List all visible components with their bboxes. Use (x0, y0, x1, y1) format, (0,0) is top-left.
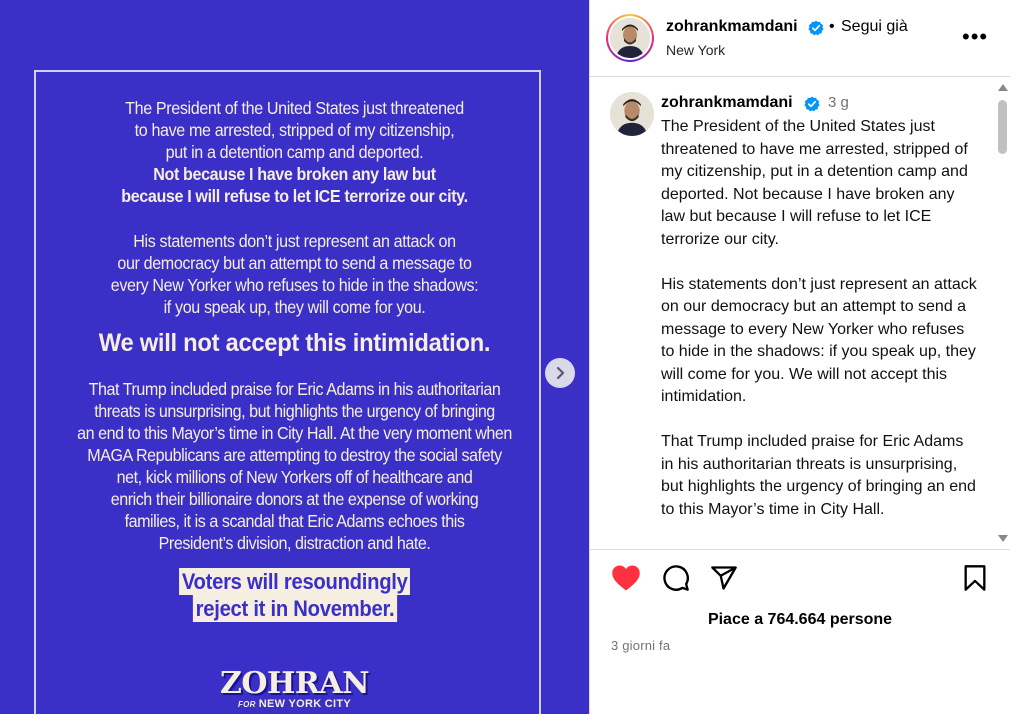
poster-paragraph-1-normal: The President of the United States just … (125, 98, 464, 162)
caption-scrollbar[interactable] (993, 78, 1011, 550)
poster-callout-line-1: Voters will resoundingly (178, 568, 411, 595)
likes-count[interactable]: Piace a 764.664 persone (590, 611, 1010, 629)
save-button[interactable] (959, 562, 991, 594)
poster-paragraph-1: The President of the United States just … (24, 97, 566, 207)
story-ring[interactable] (606, 14, 654, 62)
campaign-logo: ZOHRAN FOR NEW YORK CITY (0, 666, 589, 711)
send-icon (711, 566, 737, 590)
poster-headline: We will not accept this intimidation. (98, 329, 491, 357)
chevron-right-icon (556, 366, 565, 380)
comment-icon (663, 565, 689, 591)
poster-paragraph-2: His statements don’t just represent an a… (110, 231, 479, 317)
caption-text: The President of the United States just … (661, 116, 979, 544)
logo-for: FOR (237, 700, 256, 709)
heart-filled-icon (612, 565, 640, 591)
logo-city: NEW YORK CITY (258, 698, 352, 710)
action-bar (590, 562, 1010, 602)
share-button[interactable] (708, 562, 740, 594)
following-button[interactable]: Segui già (841, 18, 908, 36)
verified-badge-icon (808, 20, 824, 36)
header-separator: • (829, 18, 835, 35)
logo-name: ZOHRAN (219, 666, 370, 701)
scroll-down-arrow-icon[interactable] (998, 535, 1008, 542)
post-image: The President of the United States just … (0, 0, 589, 714)
poster-paragraph-1-bold: Not because I have broken any law but be… (121, 164, 468, 206)
poster-callout: Voters will resoundingly reject it in No… (0, 568, 589, 622)
caption-paragraph: That Trump included praise for Eric Adam… (661, 433, 976, 518)
poster-paragraph-4: That Trump included praise for Eric Adam… (77, 379, 512, 553)
header-username[interactable]: zohrankmamdani (666, 18, 798, 36)
caption-username[interactable]: zohrankmamdani (661, 94, 793, 112)
scroll-up-arrow-icon[interactable] (998, 84, 1008, 91)
more-options-icon[interactable]: ••• (962, 26, 988, 48)
avatar (610, 18, 650, 58)
caption-paragraph: The President of the United States just … (661, 118, 968, 248)
carousel-next-button[interactable] (545, 358, 575, 388)
caption-area[interactable]: zohrankmamdani 3 g The President of the … (590, 78, 1010, 550)
caption-avatar[interactable] (610, 92, 654, 136)
verified-badge-icon (804, 96, 820, 112)
poster-callout-line-2: reject it in November. (192, 595, 397, 622)
post-date[interactable]: 3 giorni fa (611, 638, 670, 653)
post-header: zohrankmamdani • Segui già New York ••• (590, 0, 1010, 77)
like-button[interactable] (610, 562, 642, 594)
caption-timestamp[interactable]: 3 g (828, 94, 849, 111)
post-location[interactable]: New York (666, 42, 725, 58)
bookmark-icon (964, 565, 986, 591)
logo-subtitle: FOR NEW YORK CITY (0, 698, 589, 710)
caption-paragraph: His statements don’t just represent an a… (661, 275, 977, 406)
comment-button[interactable] (660, 562, 692, 594)
scrollbar-thumb[interactable] (998, 100, 1007, 154)
post-side-panel: zohrankmamdani • Segui già New York ••• … (589, 0, 1010, 714)
